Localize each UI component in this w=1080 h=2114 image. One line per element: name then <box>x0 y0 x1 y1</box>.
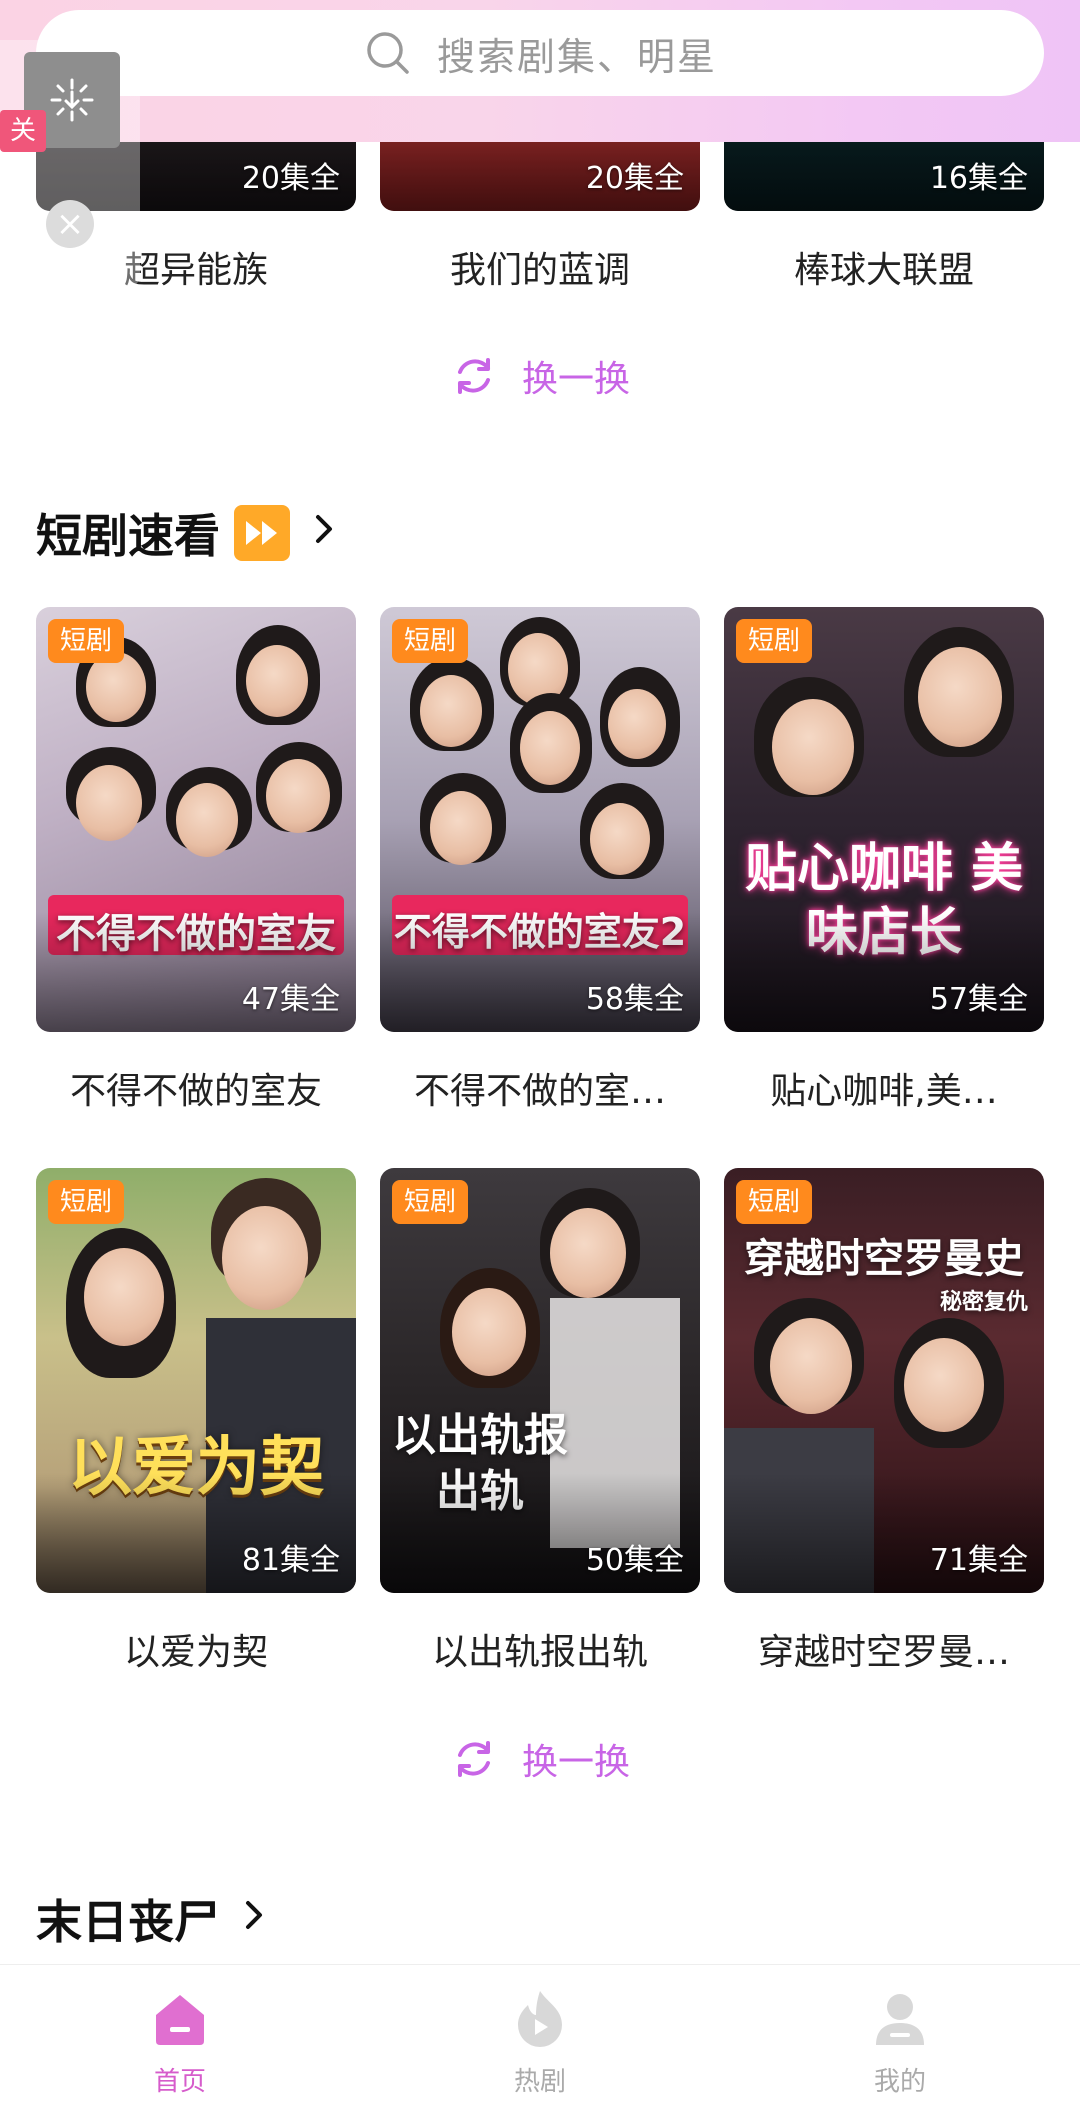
card-title: 不得不做的室… <box>413 1071 666 1112</box>
poster-image: 以爱为契 短剧 81集全 <box>36 1168 356 1593</box>
short-drama-tag: 短剧 <box>48 1180 125 1224</box>
nav-item-profile[interactable]: 我的 <box>720 1965 1080 2114</box>
user-icon <box>868 1987 932 2051</box>
card-title: 穿越时空罗曼… <box>757 1632 1010 1673</box>
short-drama-tag: 短剧 <box>736 619 813 663</box>
widget-badge: 关 <box>0 110 46 152</box>
episode-count: 20集全 <box>585 161 684 196</box>
nav-label: 我的 <box>873 2067 926 2097</box>
episode-count: 47集全 <box>241 982 340 1017</box>
nav-item-hot[interactable]: 热剧 <box>360 1965 720 2114</box>
drama-card[interactable]: 以出轨报 出轨 短剧 50集全 以出轨报出轨 <box>380 1168 700 1675</box>
chevron-right-icon[interactable] <box>304 506 344 560</box>
home-icon <box>148 1987 212 2051</box>
episode-count: 16集全 <box>929 161 1028 196</box>
episode-count: 50集全 <box>585 1543 684 1578</box>
refresh-icon <box>457 1741 490 1777</box>
refresh-label: 换一换 <box>521 1742 630 1783</box>
section-header-short-drama[interactable]: 短剧速看 <box>36 500 344 566</box>
card-title: 棒球大联盟 <box>793 250 974 291</box>
poster-title-art: 穿越时空罗曼史 <box>744 1236 1024 1282</box>
poster-image: 不得不做的室友2 短剧 58集全 <box>380 607 700 1032</box>
card-title: 我们的蓝调 <box>449 250 630 291</box>
section-title: 末日丧尸 <box>36 1895 220 1949</box>
card-title: 以出轨报出轨 <box>431 1632 648 1673</box>
refresh-icon <box>457 358 490 394</box>
episode-count: 20集全 <box>241 161 340 196</box>
flame-play-icon <box>508 1987 572 2051</box>
nav-item-home[interactable]: 首页 <box>0 1965 360 2114</box>
nav-label: 首页 <box>153 2067 206 2097</box>
drama-card[interactable]: 贴心咖啡 美味店长 短剧 57集全 贴心咖啡,美… <box>724 607 1044 1114</box>
card-title: 不得不做的室友 <box>69 1071 322 1112</box>
close-icon[interactable]: × <box>46 200 94 248</box>
poster-image: 贴心咖啡 美味店长 短剧 57集全 <box>724 607 1044 1032</box>
floating-widget[interactable]: 关 × <box>0 40 140 290</box>
episode-count: 57集全 <box>929 982 1028 1017</box>
poster-image: 以出轨报 出轨 短剧 50集全 <box>380 1168 700 1593</box>
refresh-button[interactable]: 换一换 <box>0 350 1080 402</box>
fast-forward-icon <box>234 505 290 561</box>
episode-count: 58集全 <box>585 982 684 1017</box>
drama-card[interactable]: 穿越时空罗曼史 秘密复仇 短剧 71集全 穿越时空罗曼… <box>724 1168 1044 1675</box>
nav-label: 热剧 <box>513 2067 566 2097</box>
drama-card[interactable]: 不得不做的室友 短剧 47集全 不得不做的室友 <box>36 607 356 1114</box>
drama-card[interactable]: 以爱为契 短剧 81集全 以爱为契 <box>36 1168 356 1675</box>
chevron-right-icon[interactable] <box>234 1892 274 1946</box>
card-title: 贴心咖啡,美… <box>770 1071 998 1112</box>
refresh-button[interactable]: 换一换 <box>0 1733 1080 1785</box>
bottom-nav: 首页 热剧 我的 <box>0 1964 1080 2114</box>
top-header: 搜索剧集、明星 <box>0 0 1080 142</box>
section-title: 短剧速看 <box>36 509 220 563</box>
card-title: 以爱为契 <box>123 1632 268 1673</box>
poster-image: 不得不做的室友 短剧 47集全 <box>36 607 356 1032</box>
short-drama-tag: 短剧 <box>392 1180 469 1224</box>
drama-card[interactable]: 不得不做的室友2 短剧 58集全 不得不做的室… <box>380 607 700 1114</box>
episode-count: 81集全 <box>241 1543 340 1578</box>
poster-image: 穿越时空罗曼史 秘密复仇 短剧 71集全 <box>724 1168 1044 1593</box>
episode-count: 71集全 <box>929 1543 1028 1578</box>
search-placeholder: 搜索剧集、明星 <box>436 34 717 79</box>
section-header-zombie[interactable]: 末日丧尸 <box>36 1886 274 1952</box>
short-drama-tag: 短剧 <box>48 619 125 663</box>
search-icon <box>367 32 409 74</box>
refresh-label: 换一换 <box>521 359 630 400</box>
search-bar[interactable]: 搜索剧集、明星 <box>36 10 1044 96</box>
short-drama-tag: 短剧 <box>392 619 469 663</box>
short-drama-tag: 短剧 <box>736 1180 813 1224</box>
poster-subtitle-art: 秘密复仇 <box>939 1290 1028 1315</box>
